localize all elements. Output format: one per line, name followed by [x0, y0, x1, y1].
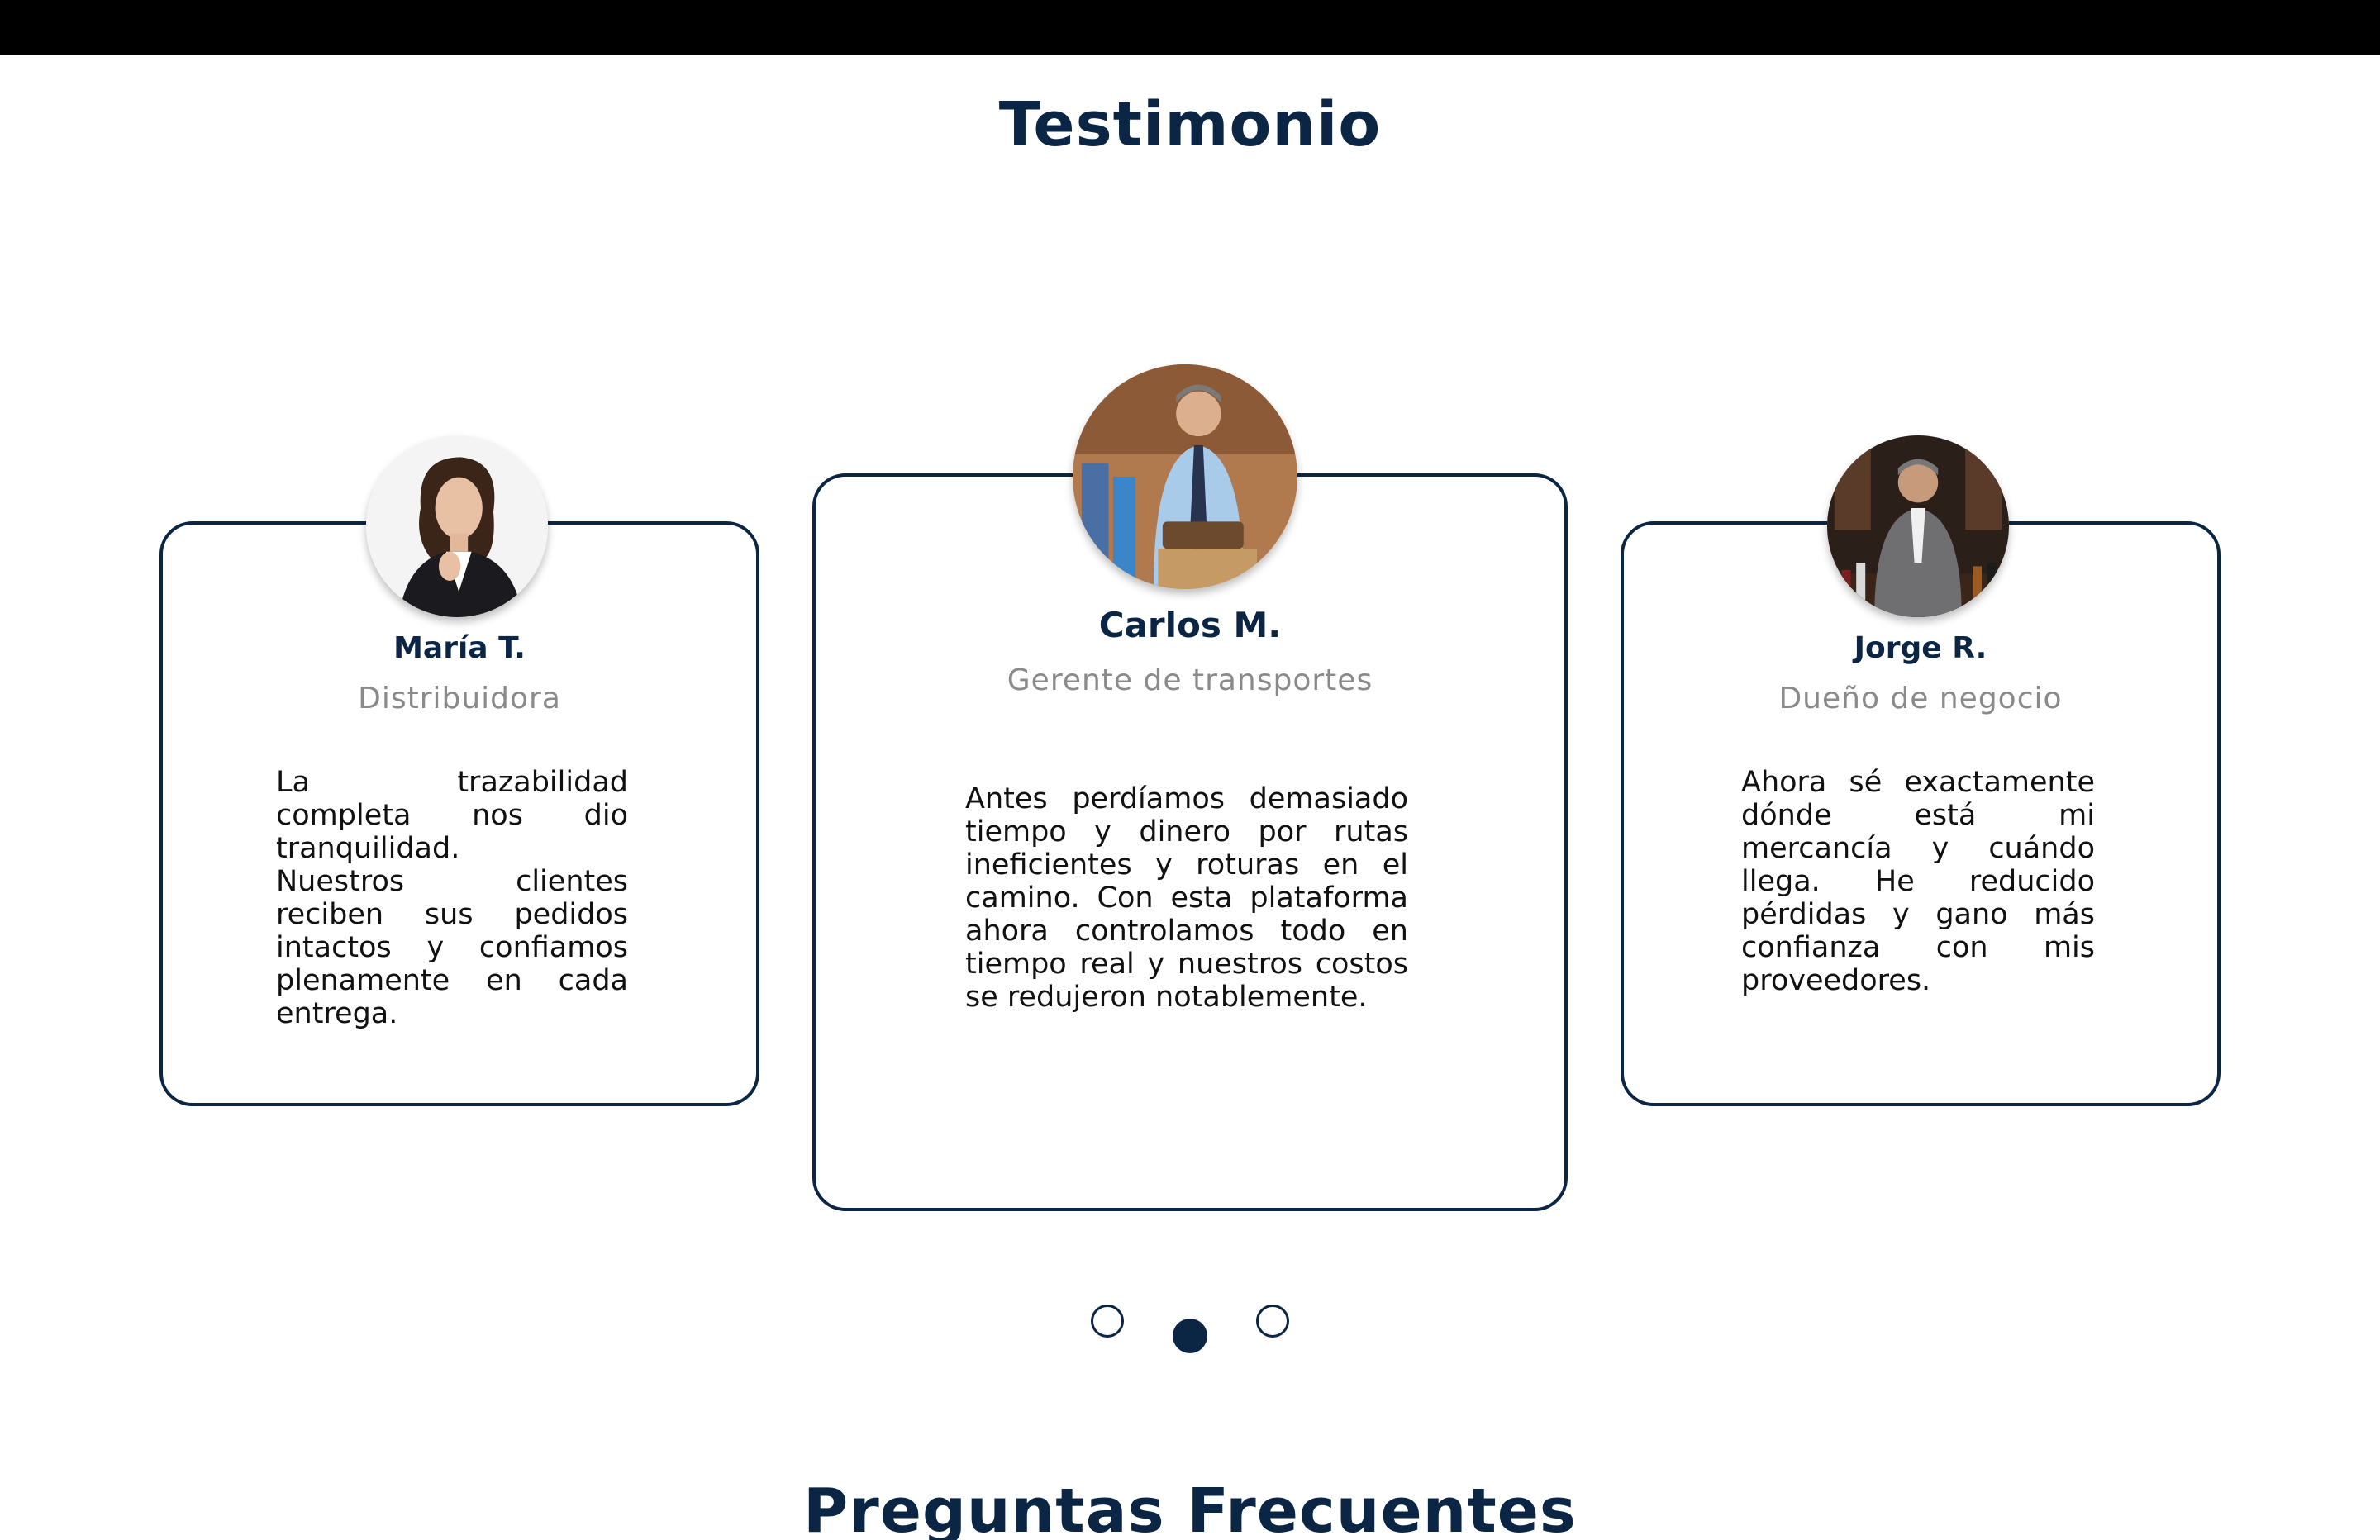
carousel-dot-active[interactable] [1173, 1319, 1207, 1353]
quote-line-2: completa nos dio [276, 799, 628, 832]
testimonial-role: Gerente de transportes [1007, 663, 1373, 697]
testimonial-name: Carlos M. [1098, 605, 1282, 645]
testimonial-quote: La trazabilidad completa nos dio tranqui… [276, 766, 628, 1030]
avatar-carlos [1073, 364, 1297, 589]
testimonial-name: Jorge R. [1854, 631, 1987, 665]
quote-line-6: intactos y confiamos [276, 931, 628, 964]
faq-title: Preguntas Frecuentes [803, 1476, 1577, 1540]
man-warehouse-portrait-icon [1073, 364, 1297, 589]
testimonial-name: María T. [393, 631, 526, 665]
quote-line-7: plenamente en cada [276, 964, 628, 997]
avatar-maria [366, 435, 548, 617]
quote-line-1: La trazabilidad [276, 766, 628, 799]
testimonial-quote: Ahora sé exactamente dónde está mi merca… [1741, 766, 2095, 997]
quote-line-3: tranquilidad. [276, 832, 460, 865]
testimonial-role: Dueño de negocio [1778, 682, 2063, 715]
testimonial-quote: Antes perdíamos demasiado tiempo y diner… [965, 782, 1408, 1014]
testimonial-role: Distribuidora [358, 682, 561, 715]
carousel-dot[interactable] [1091, 1305, 1124, 1338]
top-bar [0, 0, 2380, 55]
woman-portrait-icon [366, 435, 548, 617]
quote-line-5: reciben sus pedidos [276, 898, 628, 931]
carousel-dot[interactable] [1256, 1305, 1289, 1338]
testimonials-title: Testimonio [998, 89, 1382, 160]
man-bar-portrait-icon [1827, 435, 2009, 617]
quote-line-8: entrega. [276, 997, 398, 1030]
avatar-jorge [1827, 435, 2009, 617]
quote-line-4: Nuestros clientes [276, 865, 628, 898]
